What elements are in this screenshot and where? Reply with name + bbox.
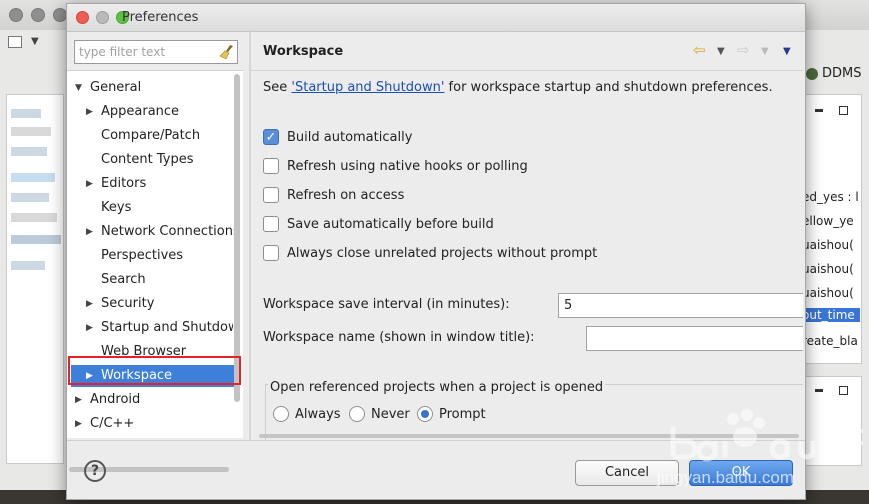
outline-panel [800, 94, 862, 364]
collapsed-arrow-icon[interactable]: ▶ [86, 101, 93, 123]
blurred-row [11, 193, 49, 202]
radio-always[interactable]: Always [273, 404, 341, 424]
back-arrow-icon[interactable]: ⇦ [693, 41, 706, 59]
radio-unselected[interactable] [273, 406, 289, 422]
radio-never[interactable]: Never [349, 404, 410, 424]
tree-node-c-cpp[interactable]: ▶ C/C++ [67, 413, 233, 435]
outline-line: uaishou( [802, 286, 854, 300]
checkbox-unchecked[interactable] [263, 216, 279, 232]
workspace-name-input[interactable] [586, 326, 803, 351]
tree-node-appearance[interactable]: ▶ Appearance [67, 101, 233, 123]
zoom-window-button[interactable] [53, 8, 67, 22]
tree-node-editors[interactable]: ▶ Editors [67, 173, 233, 195]
dialog-title: Preferences [122, 10, 199, 25]
dropdown-arrow-icon[interactable]: ▼ [31, 36, 39, 47]
dialog-titlebar: Preferences [67, 4, 805, 32]
collapsed-arrow-icon[interactable]: ▶ [75, 389, 82, 411]
outline-line: uaishou( [802, 238, 854, 252]
blurred-row [11, 147, 47, 156]
blurred-row [11, 173, 55, 182]
workspace-name-label: Workspace name (shown in window title): [263, 330, 535, 345]
maximize-icon[interactable] [839, 106, 848, 115]
tree-node-general[interactable]: ▼ General [73, 77, 233, 99]
refresh-native-hooks-checkbox[interactable]: Refresh using native hooks or polling [263, 156, 528, 176]
blurred-row [11, 261, 45, 270]
blurred-row [11, 213, 57, 222]
close-dialog-button[interactable] [76, 11, 89, 24]
new-file-icon[interactable] [8, 36, 22, 48]
collapsed-arrow-icon[interactable]: ▶ [86, 173, 93, 195]
tree-node-network-connections[interactable]: ▶ Network Connections [67, 221, 240, 243]
outline-line: ellow_ye [802, 214, 854, 228]
baidu-watermark-logo: jingyan.baidu.com [656, 409, 863, 487]
save-interval-label: Workspace save interval (in minutes): [263, 297, 510, 312]
checkbox-unchecked[interactable] [263, 187, 279, 203]
tree-node-security[interactable]: ▶ Security [67, 293, 233, 315]
help-button[interactable]: ? [84, 460, 106, 482]
save-interval-input[interactable] [558, 293, 803, 318]
expanded-arrow-icon[interactable]: ▼ [75, 77, 82, 99]
refresh-on-access-checkbox[interactable]: Refresh on access [263, 185, 404, 205]
maximize-icon[interactable] [839, 386, 848, 395]
clear-filter-icon[interactable] [219, 44, 235, 60]
back-menu-icon[interactable]: ▼ [717, 46, 725, 57]
checkbox-unchecked[interactable] [263, 245, 279, 261]
outline-line-selected[interactable]: out_time : [802, 308, 860, 322]
tree-node-search[interactable]: Search [67, 269, 233, 291]
filter-input[interactable] [74, 40, 238, 64]
minimize-icon[interactable] [815, 389, 823, 392]
perspective-ddms[interactable]: DDMS [806, 66, 862, 81]
tree-vertical-scrollbar[interactable] [234, 74, 240, 402]
preference-page: Workspace ⇦ ▼ ⇨ ▼ ▼ See 'Startup and Shu… [251, 32, 803, 440]
selection-highlight-frame [68, 356, 241, 385]
ddms-icon [806, 67, 818, 80]
blurred-row [11, 235, 61, 244]
build-automatically-checkbox[interactable]: Build automatically [263, 127, 412, 147]
svg-text:jingyan.baidu.com: jingyan.baidu.com [656, 468, 794, 487]
view-menu-icon[interactable]: ▼ [783, 46, 791, 57]
tree-node-startup-and-shutdown[interactable]: ▶ Startup and Shutdown [67, 317, 233, 339]
collapsed-arrow-icon[interactable]: ▶ [86, 293, 93, 315]
minimize-dialog-button[interactable] [96, 11, 109, 24]
save-before-build-checkbox[interactable]: Save automatically before build [263, 214, 494, 234]
tree-node-android[interactable]: ▶ Android [67, 389, 233, 411]
radio-unselected[interactable] [349, 406, 365, 422]
startup-shutdown-link[interactable]: 'Startup and Shutdown' [291, 80, 444, 95]
tree-node-perspectives[interactable]: Perspectives [67, 245, 233, 267]
close-window-button[interactable] [9, 8, 23, 22]
radio-selected[interactable] [417, 406, 433, 422]
minimize-window-button[interactable] [31, 8, 45, 22]
description: See 'Startup and Shutdown' for workspace… [263, 80, 773, 95]
forward-arrow-icon[interactable]: ⇨ [737, 41, 750, 59]
minimize-icon[interactable] [815, 109, 823, 112]
collapsed-arrow-icon[interactable]: ▶ [86, 317, 93, 339]
blurred-row [11, 109, 41, 118]
group-title: Open referenced projects when a project … [268, 380, 606, 395]
collapsed-arrow-icon[interactable]: ▶ [86, 221, 93, 243]
page-title: Workspace [263, 44, 344, 59]
checkbox-checked[interactable] [263, 129, 279, 145]
blurred-row [11, 127, 51, 136]
title-separator [251, 70, 803, 71]
tree-node-compare-patch[interactable]: Compare/Patch [67, 125, 233, 147]
outline-line: ed_yes : l [802, 190, 859, 204]
close-unrelated-projects-checkbox[interactable]: Always close unrelated projects without … [263, 243, 597, 263]
collapsed-arrow-icon[interactable]: ▶ [75, 413, 82, 435]
package-explorer-panel [6, 94, 64, 464]
tree-node-keys[interactable]: Keys [67, 197, 233, 219]
radio-prompt[interactable]: Prompt [417, 404, 486, 424]
checkbox-unchecked[interactable] [263, 158, 279, 174]
outline-line: reate_bla [802, 334, 858, 348]
forward-menu-icon[interactable]: ▼ [761, 46, 769, 57]
outline-line: uaishou( [802, 262, 854, 276]
tree-node-content-types[interactable]: Content Types [67, 149, 233, 171]
